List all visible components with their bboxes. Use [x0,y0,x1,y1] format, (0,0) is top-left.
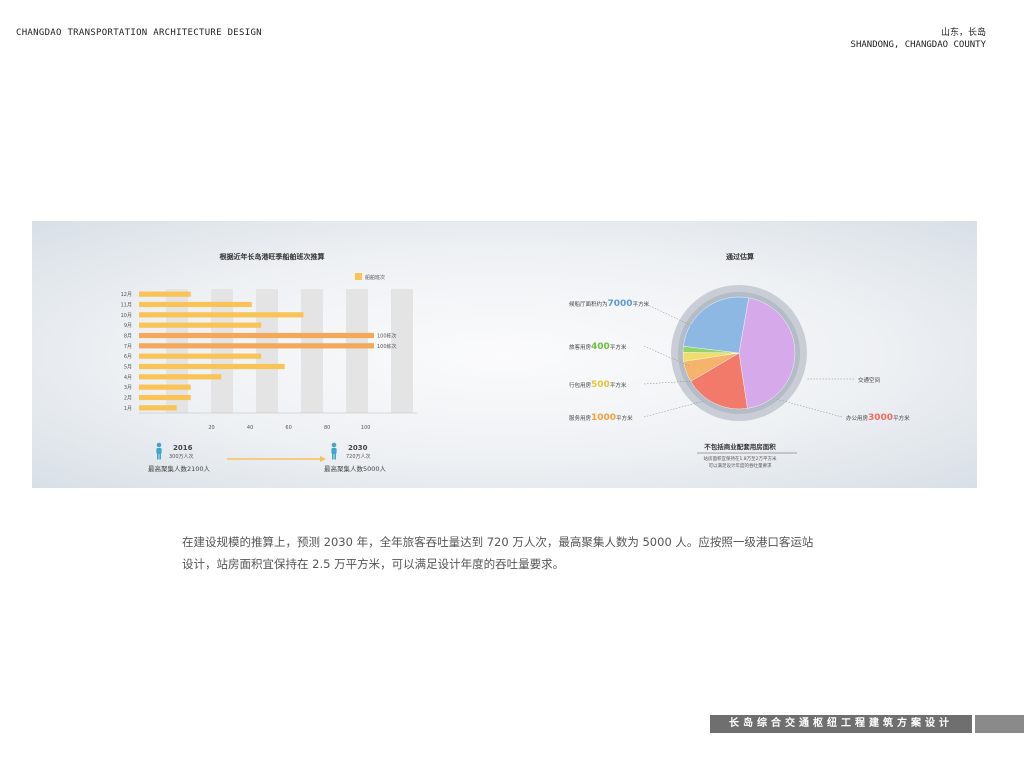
person-icon-2016-body [156,448,162,454]
tick-label-3月: 3月 [124,385,132,391]
grid-band-5 [346,289,368,413]
slice-label-suffix: 平方米 [616,414,633,422]
grid-band-6 [391,289,413,413]
xtick-40: 40 [247,425,253,431]
leader-办公用房 [775,398,843,418]
slice-label-suffix: 平方米 [610,343,627,351]
bar-6月 [139,353,262,359]
tick-label-7月: 7月 [124,344,132,350]
slice-label-prefix: 办公用房 [846,414,869,422]
person-icon-2030-leg-r [334,453,336,460]
bar-7月 [139,343,374,349]
bar-1月 [139,405,177,411]
volume-2016: 300万人次 [169,453,194,460]
xtick-60: 60 [285,425,291,431]
slice-label-prefix: 行包用房 [569,381,592,389]
person-icon-2030-leg-l [332,453,334,460]
bar-12月 [139,291,191,297]
pie-chart-title: 通过估算 [726,252,754,261]
slice-value: 3000 [868,413,893,423]
person-icon-2030-head [331,442,337,448]
tick-label-9月: 9月 [124,323,132,329]
peak-2030: 最高聚集人数5000人 [324,464,387,473]
bar-3月 [139,384,191,390]
slice-label-suffix: 平方米 [893,414,910,422]
tick-label-5月: 5月 [124,365,132,371]
legend-label: 船舶班次 [365,274,385,281]
caption-line-2: 设计，站房面积宜保持在 2.5 万平方米，可以满足设计年度的吞吐量要求。 [182,557,565,571]
caption: 在建设规模的推算上，预测 2030 年，全年旅客吞吐量达到 720 万人次，最高… [182,531,862,575]
person-icon-2016-head [156,442,162,448]
pie-note-title: 不包括商业配套用房面积 [704,442,776,451]
grid-band-1 [166,289,188,413]
slice-label-交通空间: 交通空间 [858,376,880,384]
grid-band-2 [211,289,233,413]
header-left-title: CHANGDAO TRANSPORTATION ARCHITECTURE DES… [16,28,262,38]
slice-value: 500 [591,380,610,390]
chart-panel: 根据近年长岛港旺季船舶班次推算船舶班次 1月 2月 3月 4月 5月 6月 7月 100栋次 8月… [32,221,977,488]
year-2030: 2030 [348,444,368,452]
year-2016: 2016 [173,444,193,452]
slice-value: 1000 [591,413,616,423]
slice-label-prefix: 候船厅面积约为 [569,300,608,308]
data-label-7月: 100栋次 [377,343,397,350]
charts-svg: 根据近年长岛港旺季船舶班次推算船舶班次 1月 2月 3月 4月 5月 6月 7月 100栋次 8月… [121,252,910,473]
tick-label-12月: 12月 [121,292,132,298]
tick-label-11月: 11月 [121,303,132,309]
slice-label-候船厅面积约为: 候船厅面积约为7000平方米 [569,299,650,309]
grid-band-3 [256,289,278,413]
slice-label-prefix: 服务用房 [569,414,592,422]
bar-chart-title: 根据近年长岛港旺季船舶班次推算 [220,252,325,261]
slice-label-办公用房: 办公用房3000平方米 [846,413,910,423]
header-location: 山东，长岛 SHANDONG, CHANGDAO COUNTY [851,27,986,51]
slice-label-suffix: 平方米 [633,300,650,308]
xtick-100: 100 [361,425,371,431]
slice-value: 7000 [608,299,633,309]
tick-label-2月: 2月 [124,396,132,402]
bar-4月 [139,374,222,380]
slice-label-suffix: 平方米 [610,381,627,389]
grid-band-4 [301,289,323,413]
trend-arrow-head [320,456,326,462]
tick-label-10月: 10月 [121,313,132,319]
person-icon-2016-leg-r [159,453,161,460]
slice-value: 400 [591,342,610,352]
location-cn: 山东，长岛 [940,28,986,38]
bar-5月 [139,363,285,370]
slice-label-prefix: 旅客用房 [569,343,592,351]
caption-line-1: 在建设规模的推算上，预测 2030 年，全年旅客吞吐量达到 720 万人次，最高… [182,535,814,549]
bar-10月 [139,312,304,318]
location-en: SHANDONG, CHANGDAO COUNTY [850,40,986,50]
bar-2月 [139,394,191,401]
tick-label-1月: 1月 [124,406,132,412]
tick-label-4月: 4月 [124,375,132,381]
legend-swatch [355,273,362,280]
bar-9月 [139,322,262,328]
pie-note-line-2: 可以满足设计年度的吞吐量要求 [709,462,772,469]
person-icon-2030-body [331,448,337,454]
person-icon-2016-leg-l [157,453,159,460]
slice-label-服务用房: 服务用房1000平方米 [569,413,633,423]
volume-2030: 720万人次 [346,453,371,460]
bar-8月 [139,332,374,339]
xtick-20: 20 [208,425,214,431]
xtick-80: 80 [324,425,330,431]
footer-block [975,715,1024,733]
pie-note-line-1: 站房面积宜保持在1.8万至2万平方米 [703,455,777,462]
tick-label-8月: 8月 [124,334,132,340]
data-label-8月: 100栋次 [377,333,397,340]
bar-11月 [139,301,252,308]
peak-2016: 最高聚集人数2100人 [148,464,211,473]
slice-label-旅客用房: 旅客用房400平方米 [569,342,627,352]
footer-title: 长岛综合交通枢纽工程建筑方案设计 [710,715,972,733]
tick-label-6月: 6月 [124,354,132,360]
slice-label-行包用房: 行包用房500平方米 [569,380,627,390]
